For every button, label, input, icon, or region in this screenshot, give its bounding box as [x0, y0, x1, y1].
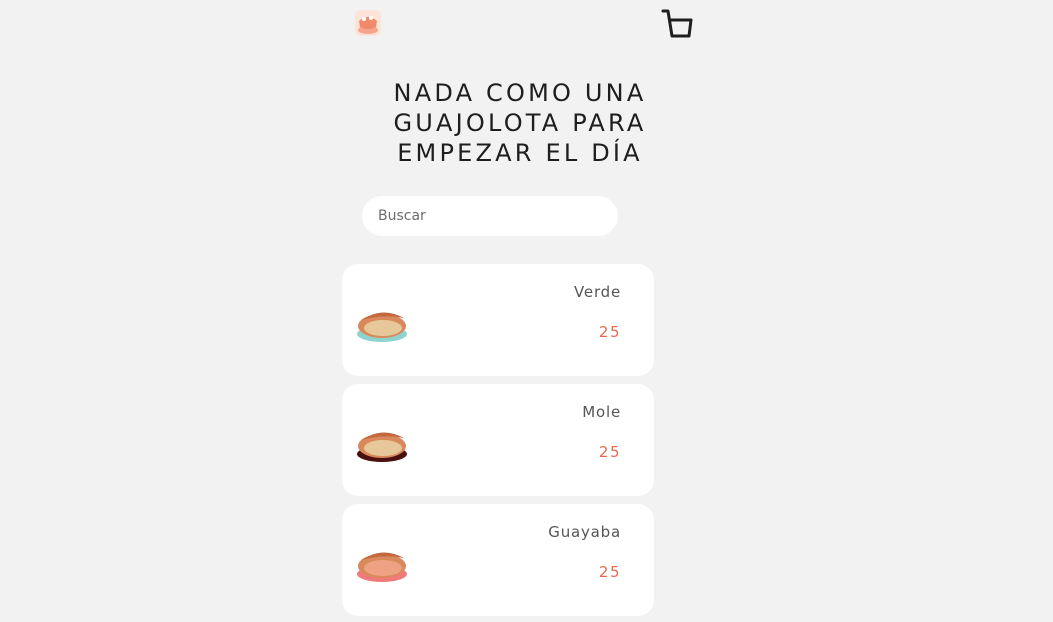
shopping-cart-icon[interactable] [660, 8, 694, 40]
product-card-guayaba[interactable]: Guayaba 25 [342, 504, 654, 616]
guajolota-verde-icon [356, 304, 410, 348]
product-price: 25 [598, 563, 621, 581]
guajolota-guayaba-icon [356, 544, 410, 588]
guajolota-logo-icon[interactable] [352, 7, 384, 39]
headline-line-1: NADA COMO UNA [393, 79, 647, 107]
page-headline: NADA COMO UNA GUAJOLOTA PARA EMPEZAR EL … [360, 78, 680, 168]
headline-line-2: GUAJOLOTA PARA [393, 109, 647, 137]
product-card-verde[interactable]: Verde 25 [342, 264, 654, 376]
product-card-mole[interactable]: Mole 25 [342, 384, 654, 496]
guajolota-mole-icon [356, 424, 410, 468]
product-price: 25 [598, 443, 621, 461]
headline-line-3: EMPEZAR EL DÍA [397, 139, 643, 167]
product-price: 25 [598, 323, 621, 341]
search-input[interactable] [362, 196, 618, 236]
product-name: Verde [574, 283, 621, 301]
product-name: Guayaba [548, 523, 621, 541]
product-name: Mole [582, 403, 621, 421]
app-root: NADA COMO UNA GUAJOLOTA PARA EMPEZAR EL … [0, 0, 1053, 622]
